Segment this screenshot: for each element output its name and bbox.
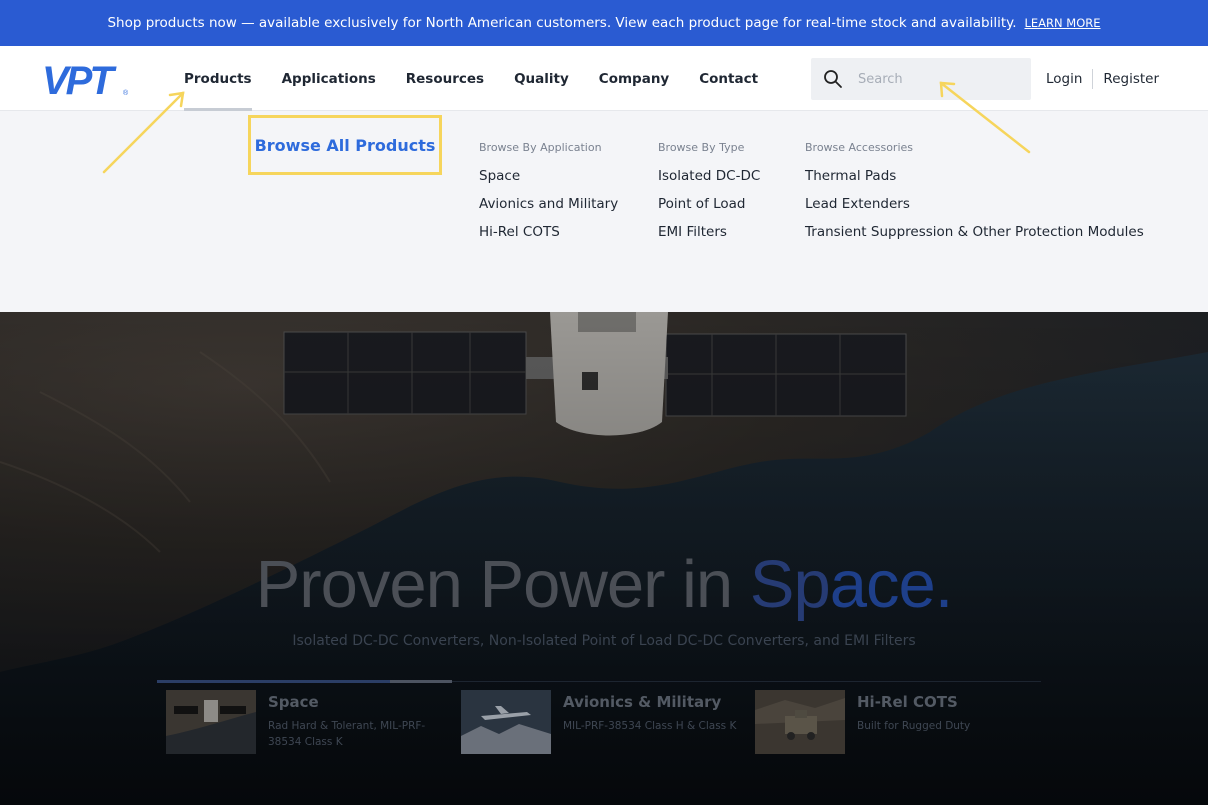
card-description: MIL-PRF-38534 Class H & Class K [563, 720, 737, 732]
hero-title-accent: Sp [749, 547, 831, 622]
card-progress-active [157, 680, 390, 683]
menu-link-space[interactable]: Space [479, 167, 618, 195]
search-input[interactable] [858, 71, 1008, 87]
svg-text:®: ® [123, 89, 129, 96]
menu-link-emi-filters[interactable]: EMI Filters [658, 223, 760, 251]
card-title: Avionics & Military [563, 693, 722, 711]
category-card-space[interactable]: Space Rad Hard & Tolerant, MIL-PRF-38534… [166, 690, 436, 760]
nav-products[interactable]: Products [184, 46, 252, 111]
search-box[interactable] [811, 58, 1031, 100]
menu-link-thermal-pads[interactable]: Thermal Pads [805, 167, 1144, 195]
menu-link-isolated-dc-dc[interactable]: Isolated DC-DC [658, 167, 760, 195]
svg-text:VPT: VPT [42, 63, 117, 96]
learn-more-link[interactable]: LEARN MORE [1025, 16, 1101, 30]
main-nav: Products Applications Resources Quality … [184, 46, 788, 111]
announcement-banner: Shop products now — available exclusivel… [0, 0, 1208, 46]
card-title: Hi-Rel COTS [857, 693, 958, 711]
login-link[interactable]: Login [1046, 71, 1082, 87]
search-icon[interactable] [823, 69, 843, 89]
space-thumbnail-image [166, 690, 256, 754]
menu-link-lead-extenders[interactable]: Lead Extenders [805, 195, 1144, 223]
menu-link-point-of-load[interactable]: Point of Load [658, 195, 760, 223]
menu-column-heading: Browse By Application [479, 141, 602, 154]
menu-column-application: Browse By Application Space Avionics and… [479, 141, 618, 251]
nav-resources[interactable]: Resources [406, 46, 484, 111]
register-link[interactable]: Register [1103, 71, 1159, 87]
category-card-hi-rel-cots[interactable]: Hi-Rel COTS Built for Rugged Duty [755, 690, 1025, 760]
card-description: Rad Hard & Tolerant, MIL-PRF-38534 Class… [268, 720, 426, 748]
menu-link-avionics-military[interactable]: Avionics and Military [479, 195, 618, 223]
card-progress-track [390, 680, 452, 683]
hero-title-accent-end: ace. [829, 547, 954, 622]
hero-title-main: Proven Power in [255, 547, 750, 622]
menu-column-heading: Browse By Type [658, 141, 745, 154]
menu-column-heading: Browse Accessories [805, 141, 914, 154]
products-mega-menu: Browse All Products Browse By Applicatio… [0, 111, 1208, 312]
menu-column-accessories: Browse Accessories Thermal Pads Lead Ext… [805, 141, 1144, 251]
hero-category-cards: Space Rad Hard & Tolerant, MIL-PRF-38534… [157, 680, 1041, 771]
nav-quality[interactable]: Quality [514, 46, 569, 111]
hi-rel-cots-thumbnail-image [755, 690, 845, 754]
category-card-avionics-military[interactable]: Avionics & Military MIL-PRF-38534 Class … [461, 690, 736, 760]
menu-column-type: Browse By Type Isolated DC-DC Point of L… [658, 141, 760, 251]
hero-subtitle: Isolated DC-DC Converters, Non-Isolated … [292, 633, 916, 649]
card-description: Built for Rugged Duty [857, 720, 971, 732]
hero-section: Proven Power in Space. Isolated DC-DC Co… [0, 312, 1208, 805]
nav-company[interactable]: Company [599, 46, 669, 111]
banner-text: Shop products now — available exclusivel… [107, 15, 1017, 31]
vpt-logo[interactable]: VPT ® [42, 63, 146, 96]
nav-contact[interactable]: Contact [699, 46, 758, 111]
card-title: Space [268, 693, 319, 711]
menu-link-hi-rel-cots[interactable]: Hi-Rel COTS [479, 223, 618, 251]
auth-divider [1092, 68, 1094, 89]
hero-title: Proven Power in Space. [0, 546, 1208, 623]
browse-all-products-link[interactable]: Browse All Products [248, 115, 442, 175]
site-header: VPT ® Products Applications Resources Qu… [0, 46, 1208, 111]
nav-applications[interactable]: Applications [282, 46, 376, 111]
avionics-thumbnail-image [461, 690, 551, 754]
menu-link-transient-suppression[interactable]: Transient Suppression & Other Protection… [805, 223, 1144, 251]
auth-links: Login Register [1046, 46, 1159, 111]
